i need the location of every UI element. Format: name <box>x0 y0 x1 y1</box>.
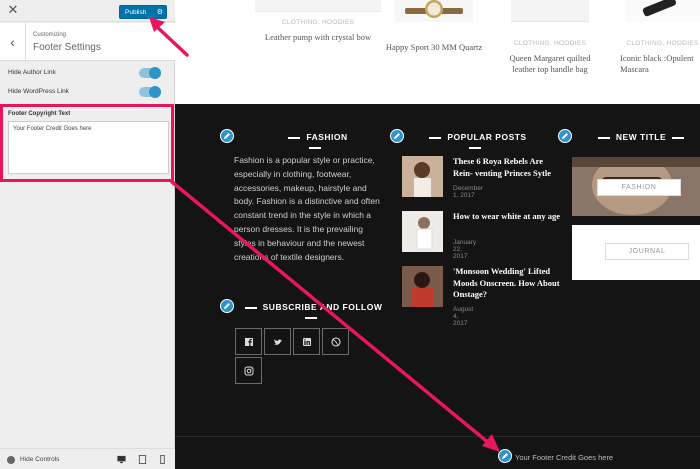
section-title: Footer Settings <box>33 42 101 53</box>
toggle-row-hide-author: Hide Author Link <box>0 67 175 81</box>
journal-card[interactable]: JOURNAL <box>572 225 700 280</box>
toggle-row-hide-wordpress: Hide WordPress Link <box>0 86 175 100</box>
customizer-sidebar: ✕ Publish ⚙ ‹ Customizing Footer Setting… <box>0 0 175 469</box>
copyright-text-field[interactable]: Your Footer Credit Goes here <box>8 121 169 174</box>
product-image[interactable] <box>255 0 381 12</box>
product-card[interactable]: CLOTHING, HOODIES Iconic black :Opulent … <box>620 0 700 104</box>
product-card[interactable]: Happy Sport 30 MM Quartz <box>386 0 482 104</box>
popular-posts-title: POPULAR POSTS <box>415 132 535 152</box>
facebook-icon[interactable] <box>235 328 262 355</box>
customizer-topbar: ✕ Publish ⚙ <box>0 0 175 22</box>
copyright-label: Footer Copyright Text <box>8 111 71 117</box>
edit-pencil-icon[interactable] <box>498 449 512 463</box>
post-date: August 4, 2017 <box>453 306 474 327</box>
hide-controls-icon[interactable] <box>7 456 15 464</box>
customizer-footer: Hide Controls <box>0 448 175 469</box>
mobile-icon[interactable] <box>158 455 167 464</box>
post-title[interactable]: 'Monsoon Wedding' Lifted Moods Onscreen.… <box>453 266 563 301</box>
toggle-label: Hide Author Link <box>8 69 56 76</box>
post-thumbnail[interactable] <box>402 266 443 307</box>
product-name[interactable]: Iconic black :Opulent Mascara <box>620 53 700 75</box>
copyright-control: Footer Copyright Text Your Footer Credit… <box>0 104 174 182</box>
post-date: January 22, 2017 <box>453 239 477 260</box>
product-card[interactable]: CLOTHING, HOODIES Leather pump with crys… <box>255 0 381 104</box>
instagram-icon[interactable] <box>235 357 262 384</box>
product-name[interactable]: Happy Sport 30 MM Quartz <box>379 42 489 53</box>
site-preview: CLOTHING, HOODIES Leather pump with crys… <box>175 0 700 469</box>
product-image[interactable] <box>511 0 589 22</box>
edit-pencil-icon[interactable] <box>220 299 234 313</box>
footer-divider <box>175 436 700 437</box>
product-strip: CLOTHING, HOODIES Leather pump with crys… <box>175 0 700 104</box>
toggle-knob <box>149 86 161 98</box>
fashion-card-button[interactable]: FASHION <box>597 179 681 196</box>
subscribe-widget-title: SUBSCRIBE AND FOLLOW <box>238 302 383 322</box>
edit-pencil-icon[interactable] <box>558 129 572 143</box>
desktop-icon[interactable] <box>117 455 126 464</box>
hide-wordpress-toggle[interactable] <box>139 86 161 98</box>
watch-image[interactable] <box>395 0 473 22</box>
close-icon[interactable]: ✕ <box>6 3 20 17</box>
product-name[interactable]: Queen Margaret quilted leather top handl… <box>499 53 601 75</box>
hide-author-toggle[interactable] <box>139 67 161 79</box>
toggle-label: Hide WordPress Link <box>8 88 69 95</box>
back-button[interactable]: ‹ <box>0 23 26 61</box>
publish-button[interactable]: Publish ⚙ <box>119 5 167 19</box>
product-category[interactable]: CLOTHING, HOODIES <box>511 40 589 47</box>
new-title-widget-title: NEW TITLE <box>591 132 691 142</box>
footer-credit-text: Your Footer Credit Goes here <box>515 453 614 462</box>
linkedin-icon[interactable] <box>293 328 320 355</box>
fashion-card[interactable]: FASHION <box>572 157 700 216</box>
hide-controls-label[interactable]: Hide Controls <box>20 456 59 463</box>
tablet-icon[interactable] <box>138 455 147 464</box>
fashion-widget-title: FASHION <box>275 132 355 152</box>
dribbble-icon[interactable] <box>322 328 349 355</box>
breadcrumb: Customizing <box>33 32 67 38</box>
gear-icon[interactable]: ⚙ <box>157 6 163 19</box>
fashion-text: Fashion is a popular style or practice, … <box>234 155 380 262</box>
site-footer: FASHION Fashion is a popular style or pr… <box>175 104 700 469</box>
publish-label: Publish <box>125 9 147 16</box>
journal-card-button[interactable]: JOURNAL <box>605 243 689 260</box>
post-date: December 1, 2017 <box>453 185 483 199</box>
post-thumbnail[interactable] <box>402 211 443 252</box>
post-title[interactable]: These 6 Roya Rebels Are Rein- venting Pr… <box>453 156 563 179</box>
section-header: ‹ Customizing Footer Settings <box>0 23 175 61</box>
product-category[interactable]: CLOTHING, HOODIES <box>255 19 381 26</box>
twitter-icon[interactable] <box>264 328 291 355</box>
product-name[interactable]: Leather pump with crystal bow <box>255 32 381 43</box>
product-card[interactable]: CLOTHING, HOODIES Queen Margaret quilted… <box>509 0 591 104</box>
edit-pencil-icon[interactable] <box>390 129 404 143</box>
mascara-image[interactable] <box>625 0 700 22</box>
post-title[interactable]: How to wear white at any age <box>453 211 563 223</box>
product-category[interactable]: CLOTHING, HOODIES <box>625 40 700 47</box>
toggle-knob <box>149 67 161 79</box>
edit-pencil-icon[interactable] <box>220 129 234 143</box>
post-thumbnail[interactable] <box>402 156 443 197</box>
